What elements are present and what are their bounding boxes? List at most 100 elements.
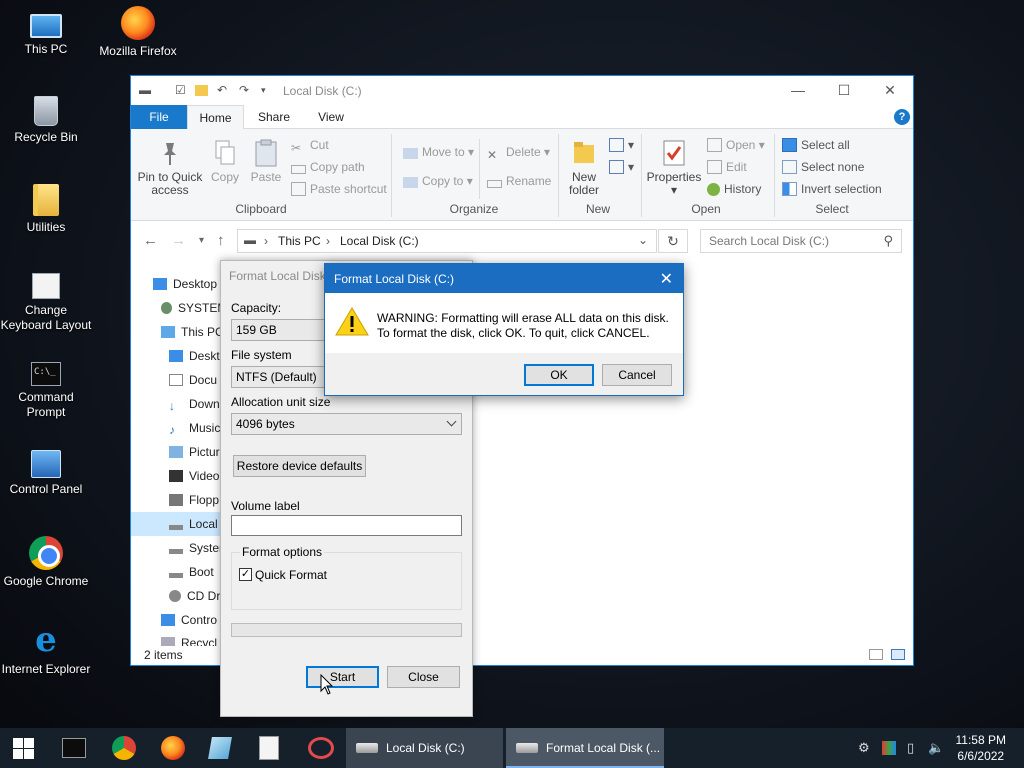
nav-system-drive[interactable]: Syster [169,536,223,560]
properties-button[interactable]: Properties ▾ [645,139,703,197]
restore-defaults-button[interactable]: Restore device defaults [233,455,366,477]
redo-icon[interactable]: ↷ [239,84,253,97]
edit-button[interactable]: Edit [707,157,747,177]
desktop-icon-control-panel[interactable]: Control Panel [0,450,92,497]
history-icon [707,183,720,196]
select-none-button[interactable]: Select none [782,157,864,177]
clock[interactable]: 11:58 PM 6/6/2022 [956,732,1006,764]
start-button[interactable]: Start [306,666,379,688]
desktop-icon-keyboard-layout[interactable]: Change Keyboard Layout [0,273,92,333]
move-to-button[interactable]: Move to ▾ [403,142,474,162]
nav-downloads[interactable]: ↓ Down [169,392,223,416]
refresh-button[interactable]: ↻ [658,229,688,253]
forward-icon[interactable]: → [171,232,186,249]
tab-share[interactable]: Share [249,105,299,129]
tab-home[interactable]: Home [187,105,244,130]
copy-path-button[interactable]: Copy path [291,157,365,177]
desktop-icon-internet-explorer[interactable]: e Internet Explorer [0,623,92,677]
search-input[interactable]: Search Local Disk (C:) ⚲ [700,229,902,253]
nav-control-panel[interactable]: Contro [161,608,223,632]
cut-button[interactable]: ✂ Cut [291,135,329,155]
desktop-icon-command-prompt[interactable]: C:\_ Command Prompt [0,362,92,420]
delete-button[interactable]: ✕ Delete ▾ [487,142,550,162]
taskbar-notepad-icon[interactable] [208,737,232,759]
usb-device-icon[interactable]: ▯ [907,740,914,756]
nav-boot[interactable]: Boot [169,560,223,584]
nav-music[interactable]: ♪ Music [169,416,223,440]
help-icon[interactable]: ? [894,109,910,125]
details-view-icon[interactable] [869,649,883,660]
close-button[interactable]: ✕ [867,76,913,105]
history-button[interactable]: History [707,179,761,199]
delete-icon: ✕ [487,148,498,162]
tab-file[interactable]: File [131,105,187,129]
format-dialog-title: Format Local Disk [229,269,326,283]
rename-button[interactable]: Rename [487,171,551,191]
nav-pictures[interactable]: Pictur [169,440,223,464]
properties-icon[interactable]: ☑ [175,84,189,97]
recent-locations-icon[interactable]: ▾ [199,235,204,246]
nav-cd-drive[interactable]: CD Dr [169,584,223,608]
desktop-icon-this-pc[interactable]: This PC [0,8,92,57]
copy-button[interactable]: Copy [207,139,243,184]
display-icon[interactable] [882,741,896,755]
quick-format-checkbox[interactable]: ✓ [239,568,252,581]
volume-muted-icon[interactable]: 🔈 [928,740,944,756]
desktop-icon-firefox[interactable]: Mozilla Firefox [92,6,184,59]
back-icon[interactable]: ← [143,232,158,249]
minimize-button[interactable]: — [775,76,821,105]
taskbar-task-format-dialog[interactable]: Format Local Disk (... [506,728,664,768]
nav-recycle-bin[interactable]: Recycl [161,632,223,646]
taskbar-firefox-icon[interactable] [161,736,185,760]
new-folder-icon[interactable] [195,85,208,96]
up-icon[interactable]: ↑ [217,232,225,249]
taskbar-paint-icon[interactable] [308,737,334,759]
close-dialog-button[interactable]: Close [387,666,460,688]
copy-to-button[interactable]: Copy to ▾ [403,171,473,191]
nav-system[interactable]: SYSTEM [161,296,223,320]
taskbar-task-manager-icon[interactable] [259,736,279,760]
close-icon[interactable]: ✕ [660,269,673,289]
network-icon[interactable]: ⚙ [858,740,870,756]
taskbar-chrome-icon[interactable] [112,736,136,760]
desktop-icon-utilities[interactable]: Utilities [0,184,92,235]
nav-label: Down [189,397,220,411]
breadcrumb-local-disk[interactable]: Local Disk (C:) [340,234,419,248]
easy-access-button[interactable]: ▾ [609,157,634,177]
undo-icon[interactable]: ↶ [217,84,231,97]
select-all-button[interactable]: Select all [782,135,850,155]
large-icons-view-icon[interactable] [891,649,905,660]
paste-button[interactable]: Paste [247,139,285,184]
nav-documents[interactable]: Docu [169,368,223,392]
new-folder-button[interactable]: New folder [563,139,605,197]
invert-selection-button[interactable]: Invert selection [782,179,882,199]
nav-floppy[interactable]: Flopp [169,488,223,512]
maximize-button[interactable]: ☐ [821,76,867,105]
nav-this-pc[interactable]: This PC [161,320,223,344]
start-windows-icon[interactable] [13,738,37,762]
control-panel-icon [31,450,61,478]
address-bar[interactable]: ▬ › This PC › Local Disk (C:) ⌄ [237,229,657,253]
customize-quick-access-icon[interactable]: ▾ [261,84,275,97]
nav-local-disk[interactable]: Local [131,512,223,536]
new-item-button[interactable]: ▾ [609,135,634,155]
nav-desktop-sub[interactable]: Deskt [169,344,223,368]
desktop-icon-recycle-bin[interactable]: Recycle Bin [0,96,92,145]
paste-shortcut-button[interactable]: Paste shortcut [291,179,387,199]
nav-videos[interactable]: Video [169,464,223,488]
taskbar-task-local-disk[interactable]: Local Disk (C:) [346,728,503,768]
desktop-icon-chrome[interactable]: Google Chrome [0,536,92,589]
nav-desktop[interactable]: Desktop [153,272,223,296]
ok-button[interactable]: OK [524,364,594,386]
rename-label: Rename [506,174,552,188]
volume-label-input[interactable] [231,515,462,536]
open-button[interactable]: Open ▾ [707,135,765,155]
taskbar-command-prompt-icon[interactable] [62,738,86,758]
tab-view[interactable]: View [307,105,355,129]
address-dropdown-icon[interactable]: ⌄ [638,233,648,247]
breadcrumb-this-pc[interactable]: This PC [278,234,321,248]
pin-to-quick-access-button[interactable]: Pin to Quick access [137,139,203,197]
cancel-button[interactable]: Cancel [602,364,672,386]
format-options-group: Format options ✓ Quick Format [231,545,462,610]
allocation-unit-select[interactable]: 4096 bytes [231,413,462,435]
